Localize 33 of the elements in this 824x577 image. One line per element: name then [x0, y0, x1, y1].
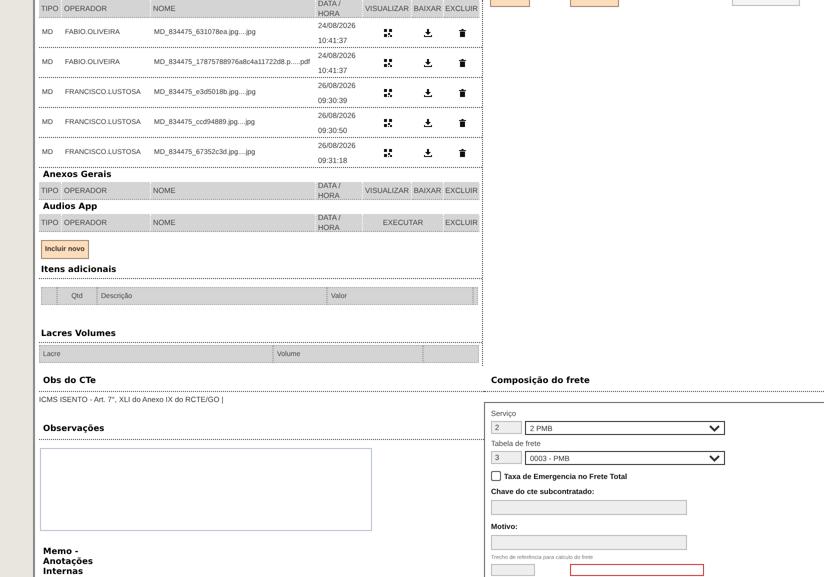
input-field[interactable]	[491, 535, 687, 550]
qr-code-icon[interactable]	[384, 58, 392, 66]
section-title: Observações	[42, 423, 106, 436]
table-header-cell	[423, 345, 479, 363]
chevron-down-icon[interactable]	[709, 424, 720, 432]
download-icon[interactable]	[424, 148, 432, 156]
qr-code-icon[interactable]	[384, 28, 392, 36]
qr-code-icon[interactable]	[384, 118, 392, 126]
trash-icon[interactable]	[458, 88, 466, 96]
section-title: Audios App	[42, 201, 98, 214]
input-field[interactable]	[491, 564, 535, 576]
trash-icon[interactable]	[458, 58, 466, 66]
input-field[interactable]	[491, 500, 687, 515]
trash-icon[interactable]	[458, 118, 466, 126]
table-header-cell	[473, 287, 478, 305]
section-title: Itens adicionais	[41, 265, 118, 275]
download-icon[interactable]	[424, 28, 432, 36]
download-icon[interactable]	[424, 58, 432, 66]
section-title: Composição do frete	[490, 375, 591, 388]
download-icon[interactable]	[424, 118, 432, 126]
qr-code-icon[interactable]	[384, 88, 392, 96]
chevron-down-icon[interactable]	[709, 454, 720, 462]
trash-icon[interactable]	[458, 148, 466, 156]
section-title: Memo - Anotações Internas	[43, 547, 94, 577]
checkbox[interactable]	[491, 471, 501, 481]
section-title: Obs do CTe	[42, 375, 97, 388]
qr-code-icon[interactable]	[384, 148, 392, 156]
trash-icon[interactable]	[458, 28, 466, 36]
input-field[interactable]	[570, 564, 704, 576]
download-icon[interactable]	[424, 88, 432, 96]
section-title: Anexos Gerais	[42, 169, 112, 182]
table-header-cell	[41, 287, 57, 305]
section-title: Lacres Volumes	[41, 329, 117, 339]
